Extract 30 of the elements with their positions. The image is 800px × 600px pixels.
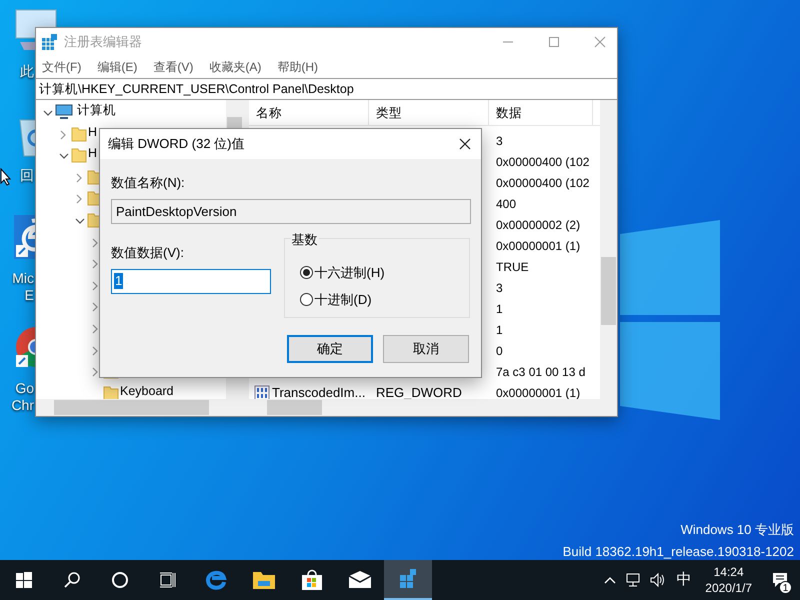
table-cell-text: 3 [495,280,504,296]
table-cell-text: TranscodedIm... [272,384,366,402]
table-cell-text: 0x00000400 (102 [495,174,589,192]
table-cell-text: 3 [495,132,504,150]
field-label: 数值数据(V): [111,244,185,262]
table-cell-text: 7a c3 01 00 13 d [495,364,586,380]
icon-label: Chr [11,397,34,414]
table-cell-text: 1 [495,322,504,338]
icon-label: 此 [20,63,34,80]
window-title: 注册表编辑器 [64,33,142,52]
table-cell-text: 0x00000001 (1) [495,238,582,254]
icon-label: Mic [12,270,34,287]
table-cell-text: 1 [495,300,504,318]
table-cell-text: 0x00000001 (1) [495,384,582,402]
icon-label: Go [15,380,34,397]
name-field: PaintDesktopVersion [111,199,471,224]
notification-count: 1 [779,581,792,594]
table-cell-text: 0x00000400 (102 [495,154,589,170]
table-cell-text: 0x00000002 (2) [495,216,582,234]
dialog-title: 编辑 DWORD (32 位)值 [108,135,244,154]
icon-label: 回 [20,167,34,184]
table-cell: REG_DWORD [376,384,462,400]
icon-label: E [24,287,34,304]
table-cell-text: 400 [495,196,518,212]
table-cell-text: TRUE [495,258,530,276]
field-label: 数值名称(N): [111,174,186,191]
table-cell-text: 0 [495,342,504,360]
selected-value: 1 [114,273,124,289]
edition-text: Windows 10 专业版 [680,521,794,539]
build-text: Build 18362.19h1_release.190318-1202 [562,543,794,561]
